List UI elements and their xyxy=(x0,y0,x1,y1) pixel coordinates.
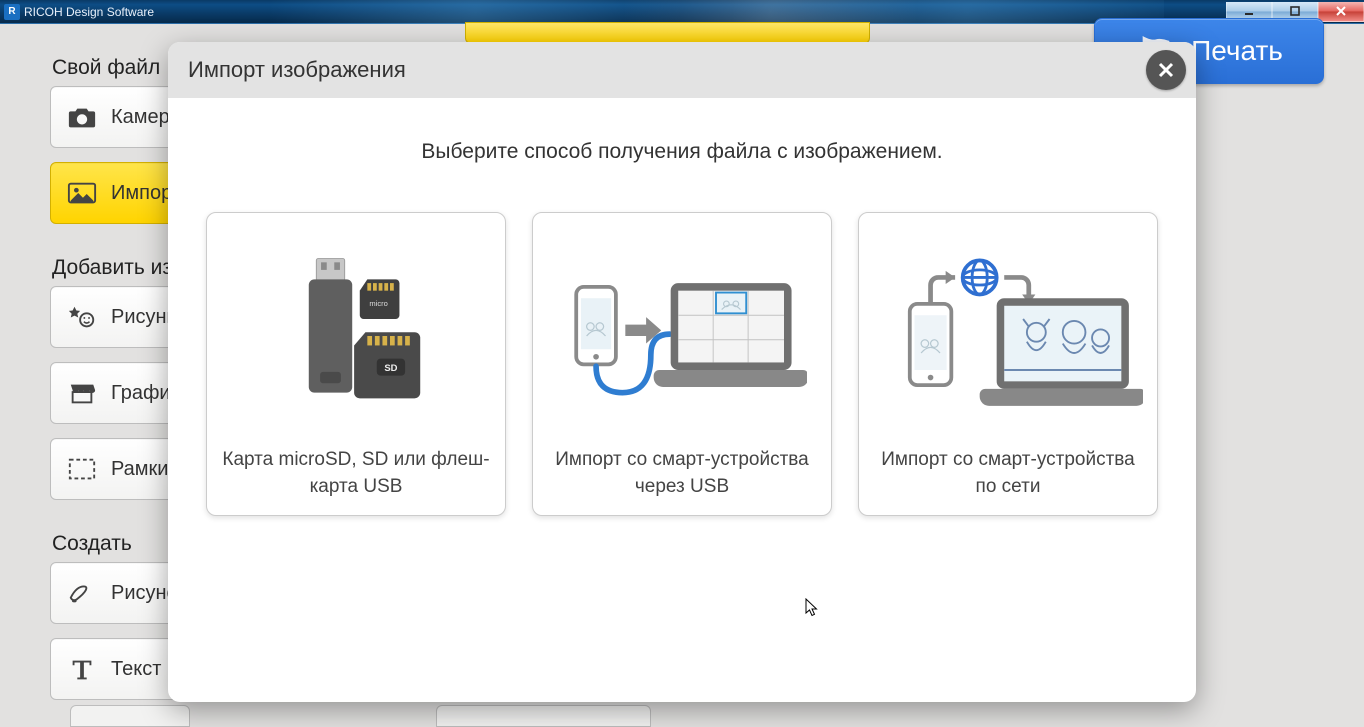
frame-icon xyxy=(67,456,97,482)
close-icon xyxy=(1157,61,1175,79)
star-smile-icon xyxy=(67,304,97,330)
titlebar-decoration xyxy=(180,0,1164,24)
modal-close-button[interactable] xyxy=(1146,50,1186,90)
modal-instruction: Выберите способ получения файла с изобра… xyxy=(188,140,1176,164)
card-caption: Импорт со смарт-устройства по сети xyxy=(871,447,1145,501)
window-title: RICOH Design Software xyxy=(24,5,154,19)
import-option-cards: micro SD Карта microSD, SD или флеш-карт… xyxy=(188,212,1176,516)
import-image-modal: Импорт изображения Выберите способ получ… xyxy=(168,42,1196,702)
card-import-network-device[interactable]: Импорт со смарт-устройства по сети xyxy=(858,212,1158,516)
bottom-stub-center xyxy=(436,705,651,727)
image-icon xyxy=(67,180,97,206)
card-import-storage[interactable]: micro SD Карта microSD, SD или флеш-карт… xyxy=(206,212,506,516)
app-content: Печать Свой файл Камера Импорт Добавить … xyxy=(0,24,1364,727)
card-caption: Карта microSD, SD или флеш-карта USB xyxy=(219,447,493,501)
text-icon xyxy=(67,656,97,682)
network-device-illustration xyxy=(871,233,1145,439)
shop-icon xyxy=(67,380,97,406)
mouse-cursor xyxy=(805,598,819,618)
svg-text:micro: micro xyxy=(369,299,387,308)
sidebar-button-label: Рамки xyxy=(111,458,168,481)
print-button-label: Печать xyxy=(1191,35,1283,67)
card-caption: Импорт со смарт-устройства через USB xyxy=(545,447,819,501)
svg-text:SD: SD xyxy=(384,363,397,374)
usb-device-illustration xyxy=(545,233,819,439)
window-close-button[interactable] xyxy=(1318,2,1364,22)
sidebar-button-label: Текст xyxy=(111,658,161,681)
camera-icon xyxy=(67,104,97,130)
modal-title: Импорт изображения xyxy=(188,57,406,83)
app-icon: R xyxy=(4,4,20,20)
modal-header: Импорт изображения xyxy=(168,42,1196,98)
storage-illustration: micro SD xyxy=(219,233,493,439)
bottom-stub-left xyxy=(70,705,190,727)
top-tab-stub xyxy=(465,22,870,44)
modal-body: Выберите способ получения файла с изобра… xyxy=(168,140,1196,516)
brush-icon xyxy=(67,580,97,606)
card-import-usb-device[interactable]: Импорт со смарт-устройства через USB xyxy=(532,212,832,516)
